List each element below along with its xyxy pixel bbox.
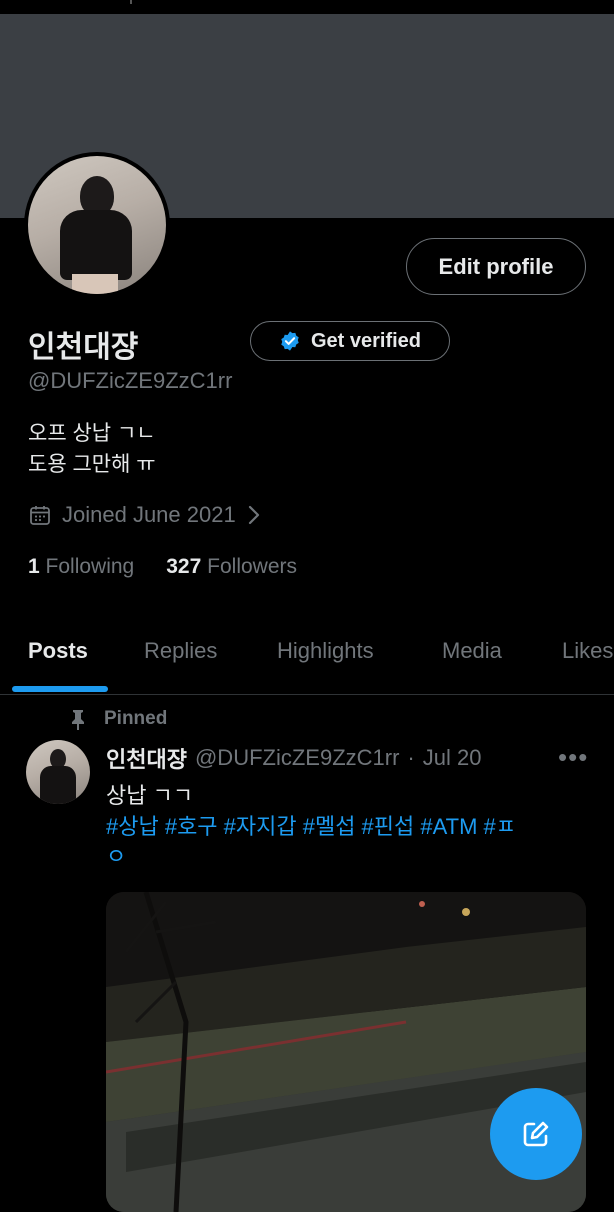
post-hashtags[interactable]: #상납 #호구 #자지갑 #멜섭 #핀섭 #ATM #ㅍ ㅇ [106, 812, 586, 872]
post-author-handle[interactable]: @DUFZicZE9ZzC1rr [195, 745, 399, 771]
more-icon[interactable]: ••• [558, 742, 588, 773]
pinned-text: Pinned [104, 708, 168, 729]
profile-bio: 오프 상납 ㄱㄴ 도용 그만해 ㅠ [28, 418, 156, 480]
post-avatar[interactable] [26, 740, 90, 804]
post-header: 인천대쟝 @DUFZicZE9ZzC1rr · Jul 20 [106, 742, 481, 774]
tab-media[interactable]: Media [442, 638, 502, 664]
follow-stats: 1 Following 327 Followers [28, 555, 297, 579]
status-bar-speck [130, 0, 132, 4]
following-link[interactable]: 1 Following [28, 555, 134, 579]
joined-label: Joined June 2021 [62, 502, 236, 527]
profile-handle: @DUFZicZE9ZzC1rr [28, 368, 233, 393]
edit-profile-button[interactable]: Edit profile [406, 238, 586, 295]
tab-highlights[interactable]: Highlights [277, 638, 374, 664]
following-label: Following [45, 555, 135, 578]
profile-name: 인천대쟝 [28, 331, 139, 364]
post-text: 상납 ㄱㄱ [106, 783, 194, 808]
hashtag-line[interactable]: #상납 #호구 #자지갑 #멜섭 #핀섭 #ATM #ㅍ [106, 812, 586, 842]
hashtag-line[interactable]: ㅇ [106, 842, 586, 872]
get-verified-button[interactable]: Get verified [250, 321, 450, 361]
compose-icon [523, 1121, 549, 1147]
bio-line: 도용 그만해 ㅠ [28, 453, 156, 476]
followers-label: Followers [207, 555, 297, 578]
joined-date[interactable]: Joined June 2021 [28, 502, 262, 528]
calendar-icon [30, 506, 50, 525]
compose-button[interactable] [490, 1088, 582, 1180]
profile-tabs: Posts Replies Highlights Media Likes [0, 620, 614, 695]
tab-replies[interactable]: Replies [144, 638, 217, 664]
followers-count: 327 [166, 555, 202, 578]
post-author-name[interactable]: 인천대쟝 [106, 742, 187, 774]
avatar-photo [28, 156, 166, 294]
following-count: 1 [28, 555, 40, 578]
get-verified-label: Get verified [310, 329, 422, 352]
verified-badge-icon [281, 331, 299, 351]
chevron-right-icon [248, 505, 259, 525]
active-tab-indicator [12, 686, 108, 692]
post-date[interactable]: Jul 20 [423, 745, 482, 771]
tab-posts[interactable]: Posts [28, 638, 88, 664]
pinned-label: Pinned [68, 708, 167, 730]
followers-link[interactable]: 327 Followers [166, 555, 297, 579]
tab-likes[interactable]: Likes [562, 638, 613, 664]
profile-avatar[interactable] [24, 152, 170, 298]
post-separator: · [407, 745, 415, 770]
pin-icon [72, 710, 84, 730]
bio-line: 오프 상납 ㄱㄴ [28, 422, 156, 445]
